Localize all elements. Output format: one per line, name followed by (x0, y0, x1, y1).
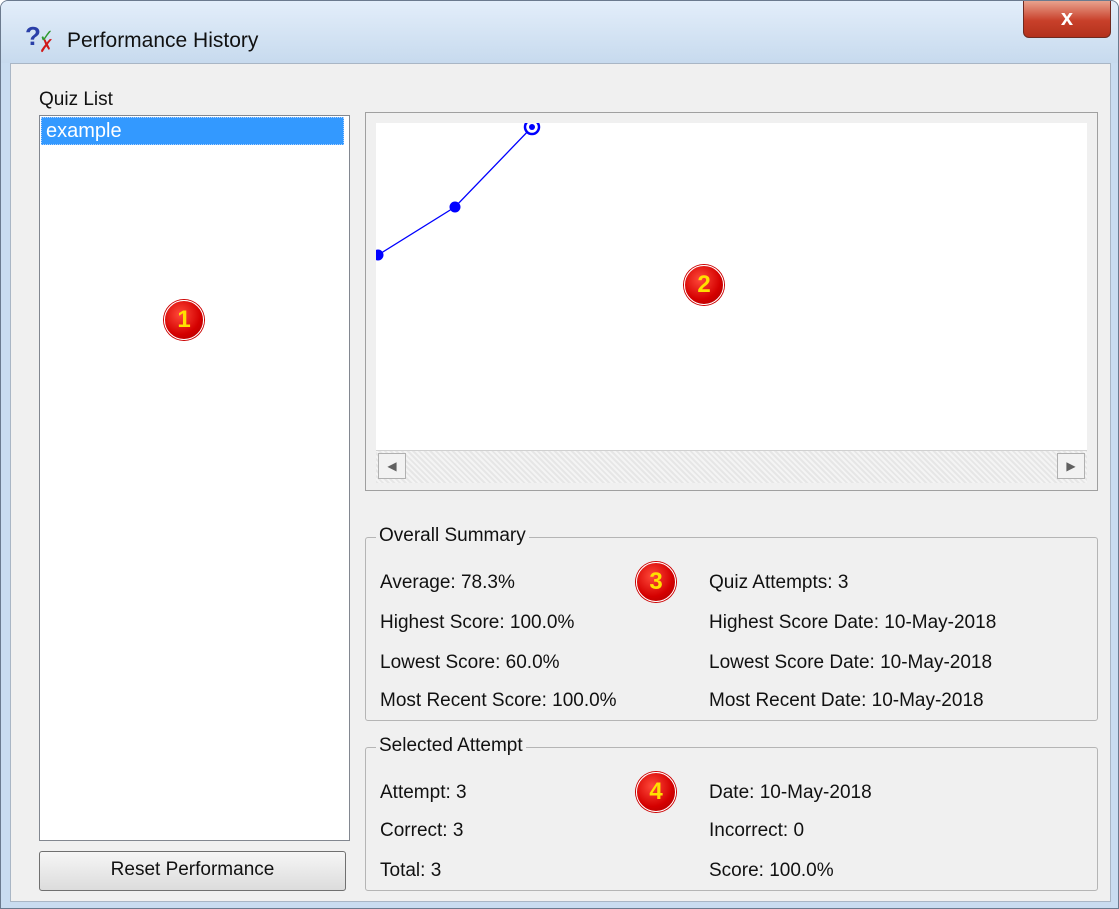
selected-attempt-title: Selected Attempt (376, 735, 526, 757)
quiz-list-label: Quiz List (39, 89, 113, 110)
date-value: Date: 10-May-2018 (709, 782, 872, 803)
performance-history-window: ? ✓ ✗ Performance History x Quiz List exam… (0, 0, 1119, 909)
close-button[interactable]: x (1023, 1, 1111, 38)
attempt-value: Attempt: 3 (380, 782, 467, 803)
callout-marker-1: 1 (164, 300, 204, 340)
lowest-score-value: Lowest Score: 60.0% (380, 652, 560, 673)
chart-series-line (377, 126, 533, 256)
average-value: Average: 78.3% (380, 572, 515, 593)
highest-score-value: Highest Score: 100.0% (380, 612, 575, 633)
overall-summary-title: Overall Summary (376, 525, 529, 547)
callout-marker-3: 3 (636, 562, 676, 602)
scroll-right-arrow-icon[interactable]: ▶ (1057, 453, 1085, 479)
overall-summary-group: Overall Summary Average: 78.3% Highest S… (365, 525, 1098, 721)
incorrect-value: Incorrect: 0 (709, 820, 805, 841)
title-bar[interactable]: ? ✓ ✗ Performance History x (1, 1, 1118, 63)
selected-attempt-group: Selected Attempt Attempt: 3 Correct: 3 T… (365, 735, 1098, 891)
reset-performance-button[interactable]: Reset Performance (39, 851, 346, 891)
quiz-listbox[interactable]: example (39, 115, 350, 841)
chart-frame: 2 ◀ ▶ (365, 112, 1098, 491)
quiz-list-item[interactable]: example (41, 117, 344, 145)
most-recent-date-value: Most Recent Date: 10-May-2018 (709, 690, 984, 711)
quiz-attempts-value: Quiz Attempts: 3 (709, 572, 849, 593)
highest-score-date-value: Highest Score Date: 10-May-2018 (709, 612, 997, 633)
chart-plot (376, 123, 541, 261)
chart-horizontal-scrollbar[interactable]: ◀ ▶ (376, 450, 1087, 483)
quiz-app-icon: ? ✓ ✗ (25, 21, 55, 56)
performance-chart: 2 (376, 123, 1087, 450)
callout-marker-2: 2 (684, 265, 724, 305)
correct-value: Correct: 3 (380, 820, 464, 841)
client-area: Quiz List example 1 Reset Performance 2 … (10, 63, 1111, 902)
scroll-left-arrow-icon[interactable]: ◀ (378, 453, 406, 479)
lowest-score-date-value: Lowest Score Date: 10-May-2018 (709, 652, 993, 673)
chart-data-point[interactable] (449, 201, 461, 213)
total-value: Total: 3 (380, 860, 442, 881)
most-recent-score-value: Most Recent Score: 100.0% (380, 690, 617, 711)
score-value: Score: 100.0% (709, 860, 834, 881)
window-title: Performance History (67, 29, 259, 52)
callout-marker-4: 4 (636, 772, 676, 812)
chart-data-point-selected-dot (529, 124, 535, 130)
chart-data-point[interactable] (376, 249, 384, 261)
